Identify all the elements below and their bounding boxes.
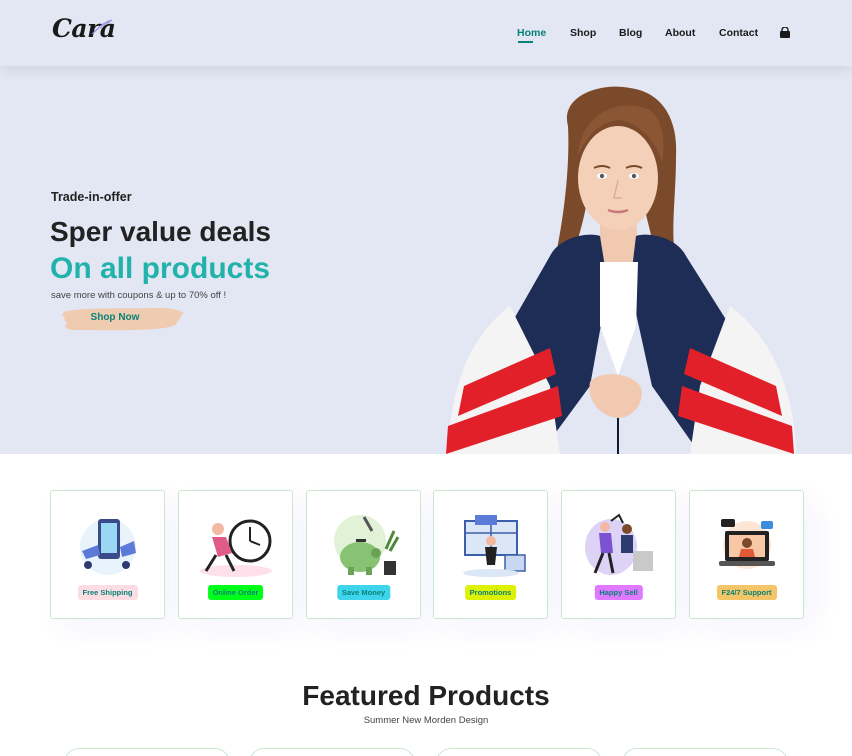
site-header: Cara Home Shop Blog About Contact [0,0,852,66]
nav-shop[interactable]: Shop [570,27,596,39]
hero-tagline: save more with coupons & up to 70% off ! [51,290,227,301]
shopping-bag-icon[interactable] [779,27,791,39]
nav-about[interactable]: About [665,27,695,39]
hero-highlight: On all products [50,252,271,285]
feature-badge: Free Shipping [77,585,138,600]
phone-delivery-illustration [80,519,136,575]
laptop-support-illustration [719,519,775,569]
clock-runner-illustration [200,519,272,577]
feature-badge: Online Order [207,585,264,600]
feature-badge: Happy Sell [594,585,643,600]
feature-card-free-shipping[interactable]: Free Shipping [50,490,165,619]
nav-home[interactable]: Home [517,27,546,39]
shop-now-button[interactable]: Shop Now [60,304,186,334]
product-card[interactable] [436,748,602,756]
shop-now-label: Shop Now [90,312,140,323]
high-five-illustration [585,513,653,575]
feature-card-online-order[interactable]: Online Order [178,490,293,619]
hero-section: Trade-in-offer Sper value deals On all p… [0,66,852,454]
feature-card-promotions[interactable]: Promotions [433,490,548,619]
hero-headline: Sper value deals [50,216,272,247]
piggy-bank-illustration [334,515,400,575]
main-nav: Home Shop Blog About Contact [0,27,852,47]
feature-card-save-money[interactable]: Save Money [306,490,421,619]
featured-products-subtitle: Summer New Morden Design [363,715,489,726]
feature-card-happy-sell[interactable]: Happy Sell [561,490,676,619]
nav-contact[interactable]: Contact [719,27,758,39]
model-image [446,86,796,454]
feature-badge: F24/7 Support [716,585,777,600]
feature-list: Free Shipping Online Order Save Money Pr… [50,490,804,620]
product-card[interactable] [622,748,788,756]
product-card[interactable] [64,748,230,756]
feature-badge: Promotions [464,585,517,600]
product-card[interactable] [249,748,415,756]
feature-badge: Save Money [336,585,391,600]
active-underline [518,41,533,43]
nav-blog[interactable]: Blog [619,27,642,39]
feature-card-support[interactable]: F24/7 Support [689,490,804,619]
hero-kicker: Trade-in-offer [51,190,132,204]
featured-products-title: Featured Products [302,680,550,711]
promotion-illustration [463,515,526,577]
